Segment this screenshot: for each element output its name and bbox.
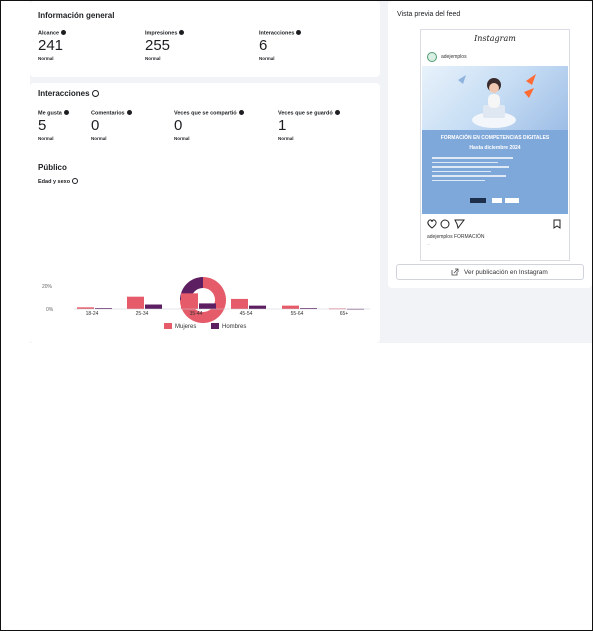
info-icon[interactable] [63,110,69,115]
post-bullet-lines [432,157,524,187]
info-icon[interactable] [179,30,185,35]
post-line [432,166,510,168]
post-actions [427,219,561,230]
likes-label: Me gusta [38,110,62,117]
post-image: FORMACIÓN EN COMPETENCIAS DIGITALES Hast… [422,66,568,214]
total-interactions-value: 6 [259,36,268,54]
heart-icon[interactable] [427,219,437,229]
post-subheadline: Hasta diciembre 2024 [469,145,521,151]
legend-female-label: Mujeres [175,324,197,330]
share-icon[interactable] [454,219,465,230]
legend-swatch-female [164,323,172,329]
info-icon[interactable] [238,110,244,115]
post-meta: ... [427,241,431,246]
instagram-post-preview[interactable]: Instagram adejemplos FORMACIÓN EN COMPET… [420,29,570,261]
impressions-label-row: Impresiones [145,30,260,37]
feed-preview-panel: Vista previa del feed Instagram adejempl… [388,1,592,288]
total-interactions-note: Normal [259,55,275,61]
x-tick-label: 18-24 [85,311,99,317]
info-icon[interactable] [72,178,79,184]
post-username: adejemplos [441,54,467,60]
x-tick-label: 25-34 [135,311,149,317]
post-line [432,157,513,159]
x-tick-label: 45-54 [239,311,253,317]
male-bar [145,304,162,309]
impressions-note: Normal [145,55,161,61]
legend-female[interactable]: Mujeres [164,323,196,330]
total-interactions-label-row: Interacciones [259,30,374,37]
saves-label-row: Veces que se guardó [278,110,393,117]
age-sex-label-row: Edad y sexo [38,178,153,185]
reach-label-row: Alcance [38,30,153,37]
saves-value: 1 [278,116,287,134]
info-icon[interactable] [296,30,302,35]
age-sex-subtitle: Edad y sexo [38,179,71,185]
general-info-card: Información general Alcance 241 Normal I… [30,1,380,77]
audience-title: Público [38,163,67,172]
avatar [427,52,437,62]
person-with-laptop-illustration [458,74,536,128]
age-sex-subtitle-row: Edad y sexo [38,178,153,185]
impressions-metric: Impresiones 255 Normal [145,30,260,61]
female-bar [231,298,248,309]
reach-label: Alcance [38,30,60,37]
post-line [432,161,499,163]
info-icon[interactable] [126,110,132,115]
male-bar [199,303,216,309]
comments-label: Comentarios [91,110,125,117]
shares-value: 0 [174,116,183,134]
info-icon[interactable] [334,110,340,115]
bookmark-icon[interactable] [553,219,561,229]
post-caption: adejemplos FORMACIÓN [427,234,485,240]
view-on-instagram-label: Ver publicación en Instagram [464,268,548,276]
shares-note: Normal [174,135,190,141]
female-bar [181,293,198,309]
x-tick-label: 55-64 [290,311,304,317]
shares-metric: Veces que se compartió 0 Normal [174,110,289,141]
impressions-label: Impresiones [145,30,178,37]
x-tick-label: 65+ [339,311,349,317]
legend-male-label: Hombres [222,324,247,330]
post-user-row: adejemplos [421,50,569,64]
insights-main-column: Información general Alcance 241 Normal I… [30,1,380,343]
shares-label: Veces que se compartió [174,110,237,117]
saves-note: Normal [278,135,294,141]
interactions-title-row: Interacciones [38,89,99,98]
post-logo-strip [470,198,519,203]
reach-note: Normal [38,55,54,61]
post-line [432,175,506,177]
legend-male[interactable]: Hombres [211,323,246,330]
reach-value: 241 [38,36,64,54]
interactions-title: Interacciones [38,89,90,98]
legend-swatch-male [211,323,219,329]
saves-label: Veces que se guardó [278,110,333,117]
comment-icon[interactable] [440,219,450,229]
total-interactions-metric: Interacciones 6 Normal [259,30,374,61]
post-headline: FORMACIÓN EN COMPETENCIAS DIGITALES [440,135,550,141]
reach-metric: Alcance 241 Normal [38,30,153,61]
feed-preview-title: Vista previa del feed [397,11,461,18]
x-tick-label: 35-44 [189,311,203,317]
saves-metric: Veces que se guardó 1 Normal [278,110,393,141]
total-interactions-label: Interacciones [259,30,295,37]
general-info-title: Información general [38,11,115,20]
impressions-value: 255 [145,36,171,54]
screenshot-frame: Información general Alcance 241 Normal I… [0,0,593,631]
post-line [432,170,491,172]
male-bar [249,305,266,309]
view-on-instagram-button[interactable]: Ver publicación en Instagram [396,264,584,280]
external-link-icon [451,268,459,276]
instagram-logo: Instagram [474,34,516,43]
preview-column: Vista previa del feed Instagram adejempl… [388,1,592,343]
female-bar [127,296,144,309]
insights-screen: Información general Alcance 241 Normal I… [30,1,592,343]
chart-legend: Mujeres Hombres [164,323,284,335]
info-icon[interactable] [61,30,67,35]
info-icon[interactable] [91,90,99,97]
post-line [432,179,486,181]
shares-label-row: Veces que se compartió [174,110,289,117]
female-bar [282,305,299,309]
